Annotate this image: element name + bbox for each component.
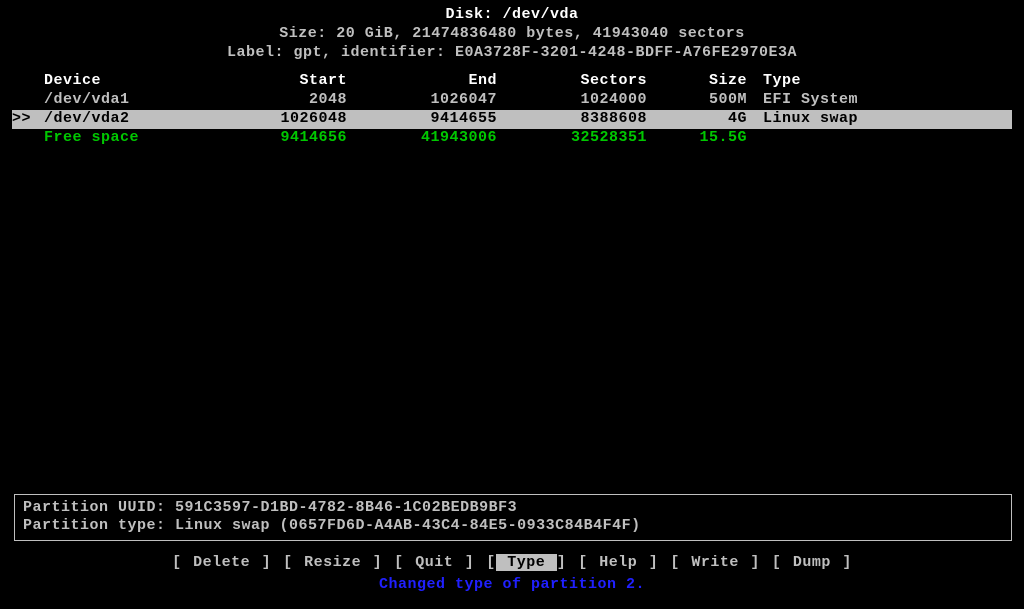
- menu-help[interactable]: [ Help ]: [578, 554, 658, 571]
- cell-end: 9414655: [357, 110, 507, 129]
- status-message: Changed type of partition 2.: [0, 576, 1024, 593]
- col-type: Type: [757, 72, 1012, 91]
- row-pointer: >>: [12, 110, 42, 129]
- cell-size: 500M: [657, 91, 757, 110]
- menu-resize[interactable]: [ Resize ]: [283, 554, 382, 571]
- disk-label: Disk:: [445, 6, 502, 23]
- cell-type: EFI System: [757, 91, 1012, 110]
- col-end: End: [357, 72, 507, 91]
- col-size: Size: [657, 72, 757, 91]
- menu-type[interactable]: [ Type ]: [486, 554, 566, 571]
- table-row[interactable]: >>/dev/vda21026048941465583886084GLinux …: [12, 110, 1012, 129]
- cell-size: 15.5G: [657, 129, 757, 148]
- cell-type: [757, 129, 1012, 148]
- col-start: Start: [217, 72, 357, 91]
- menu-quit[interactable]: [ Quit ]: [394, 554, 474, 571]
- col-device: Device: [42, 72, 217, 91]
- disk-value: /dev/vda: [503, 6, 579, 23]
- menu-write[interactable]: [ Write ]: [670, 554, 760, 571]
- cell-sectors: 8388608: [507, 110, 657, 129]
- row-pointer: [12, 91, 42, 110]
- menu-label: Help: [588, 554, 649, 571]
- table-row[interactable]: /dev/vda1204810260471024000500MEFI Syste…: [12, 91, 1012, 110]
- menu-dump[interactable]: [ Dump ]: [772, 554, 852, 571]
- menu-label: Resize: [293, 554, 373, 571]
- disk-title: Disk: /dev/vda: [0, 6, 1024, 25]
- menu-label: Write: [680, 554, 751, 571]
- cell-device: /dev/vda1: [42, 91, 217, 110]
- cell-device: Free space: [42, 129, 217, 148]
- table-header: Device Start End Sectors Size Type: [12, 72, 1012, 91]
- menu-label: Type: [496, 554, 557, 571]
- menu-label: Quit: [404, 554, 465, 571]
- cell-start: 9414656: [217, 129, 357, 148]
- cell-sectors: 1024000: [507, 91, 657, 110]
- partition-type: Partition type: Linux swap (0657FD6D-A4A…: [23, 517, 1003, 536]
- disk-label-line: Label: gpt, identifier: E0A3728F-3201-42…: [0, 44, 1024, 63]
- cell-start: 1026048: [217, 110, 357, 129]
- row-pointer: [12, 129, 42, 148]
- partition-info-box: Partition UUID: 591C3597-D1BD-4782-8B46-…: [14, 494, 1012, 542]
- action-menu: [ Delete ] [ Resize ] [ Quit ] [ Type ] [ He…: [0, 554, 1024, 571]
- col-sectors: Sectors: [507, 72, 657, 91]
- cell-size: 4G: [657, 110, 757, 129]
- partition-table: Device Start End Sectors Size Type /dev/…: [0, 72, 1024, 147]
- menu-delete[interactable]: [ Delete ]: [172, 554, 271, 571]
- cell-type: Linux swap: [757, 110, 1012, 129]
- cell-device: /dev/vda2: [42, 110, 217, 129]
- disk-size-line: Size: 20 GiB, 21474836480 bytes, 4194304…: [0, 25, 1024, 44]
- disk-header: Disk: /dev/vda Size: 20 GiB, 21474836480…: [0, 0, 1024, 62]
- cell-sectors: 32528351: [507, 129, 657, 148]
- partition-uuid: Partition UUID: 591C3597-D1BD-4782-8B46-…: [23, 499, 1003, 518]
- cell-end: 41943006: [357, 129, 507, 148]
- table-row[interactable]: Free space9414656419430063252835115.5G: [12, 129, 1012, 148]
- cell-end: 1026047: [357, 91, 507, 110]
- menu-label: Dump: [781, 554, 842, 571]
- cell-start: 2048: [217, 91, 357, 110]
- menu-label: Delete: [182, 554, 262, 571]
